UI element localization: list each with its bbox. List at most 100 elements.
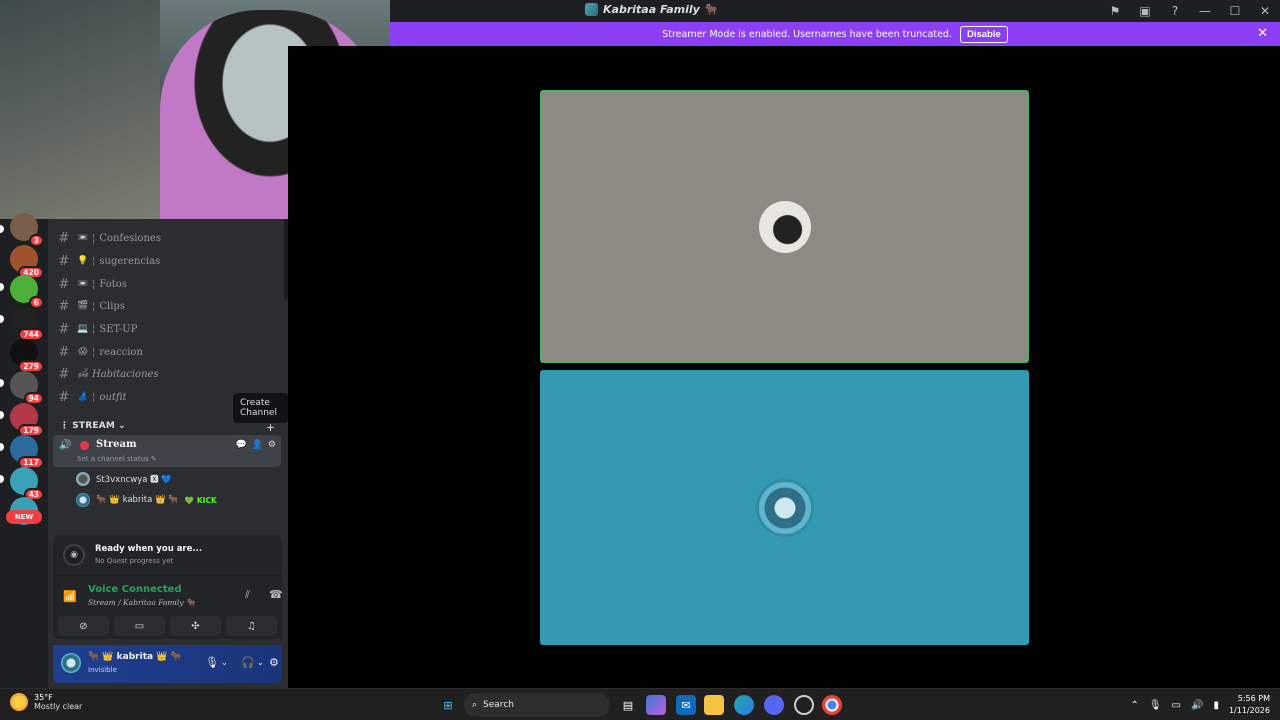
task-view-icon[interactable]: ▤ (618, 695, 638, 715)
unread-pill (0, 475, 4, 483)
channel-reaccion[interactable]: # 😱 ¦ reaccion (54, 342, 282, 362)
server-icon (585, 3, 598, 16)
edge-icon[interactable] (734, 695, 754, 715)
battery-icon[interactable]: ▮ (1213, 700, 1219, 711)
participant-tile[interactable] (540, 90, 1029, 363)
copilot-icon[interactable] (646, 695, 666, 715)
voice-stage (288, 46, 1280, 688)
voice-location[interactable]: Stream / Kabritaa Family 🐂 (88, 598, 195, 607)
server-icon[interactable]: 3 (10, 213, 44, 247)
screen-icon[interactable]: ▣ (1130, 0, 1160, 22)
mail-icon[interactable]: ✉ (676, 695, 696, 715)
quest-panel[interactable]: ◉ Ready when you are... No Quest progres… (53, 535, 282, 575)
server-icon[interactable]: 43 (10, 467, 44, 501)
headphones-icon[interactable]: 🎧 (241, 656, 255, 669)
channel-emoji: 🎬 (77, 301, 89, 311)
window-title-text: Kabritaa Family 🐂 (603, 3, 718, 16)
disable-button[interactable]: Disable (959, 25, 1008, 43)
inbox-icon[interactable]: ⚑ (1100, 0, 1130, 22)
hash-icon: # (58, 276, 70, 292)
volume-icon[interactable]: 🔊 (1191, 700, 1203, 711)
soundboard-button[interactable]: ♫ (226, 616, 277, 636)
microphone-icon[interactable]: 🎙 (205, 656, 219, 669)
channel-emoji: 🛋 (77, 369, 89, 379)
channel-fotos[interactable]: # 📼 ¦ Fotos (54, 274, 282, 294)
maximize-button[interactable]: ☐ (1220, 0, 1250, 22)
channel-setup[interactable]: # 💻 ¦ SET-UP (54, 319, 282, 339)
invite-icon[interactable]: 👤 (252, 440, 263, 450)
chevron-up-icon[interactable]: ⌃ (1130, 700, 1138, 711)
avatar[interactable] (61, 653, 81, 673)
server-icon[interactable]: 6 (10, 275, 44, 309)
unread-pill (0, 225, 4, 233)
category-stream[interactable]: ⋮ STREAM ⌄ (60, 421, 126, 431)
voice-user[interactable]: St3vxncwya 🆇 💙 (76, 470, 172, 488)
quest-subtitle: No Quest progress yet (95, 557, 174, 565)
unread-pill (0, 411, 4, 419)
scrollbar[interactable] (284, 219, 288, 299)
start-icon[interactable]: ⊞ (438, 695, 458, 715)
channel-clips[interactable]: # 🎬 ¦ Clips (54, 296, 282, 316)
noise-suppression-icon[interactable]: ⫽ (245, 588, 250, 602)
chevron-down-icon[interactable]: ⌄ (221, 658, 228, 667)
gear-icon[interactable]: ⚙ (268, 440, 276, 450)
disconnect-icon[interactable]: ☎ (269, 588, 283, 601)
channel-separator: ¦ (92, 346, 96, 358)
banner-text: Streamer Mode is enabled. Usernames have… (662, 28, 952, 40)
close-icon[interactable]: ✕ (1257, 26, 1268, 41)
clock[interactable]: 5:56 PM 1/11/2026 (1229, 693, 1270, 717)
voice-connected-title[interactable]: Voice Connected (88, 584, 182, 595)
weather-widget[interactable]: 35°F Mostly clear (10, 693, 82, 711)
channel-name: sugerencias (99, 255, 161, 267)
mention-badge: 6 (28, 295, 44, 309)
unread-pill (0, 283, 4, 291)
chrome-icon[interactable] (822, 695, 842, 715)
channel-habitaciones[interactable]: # 🛋 Habitaciones (54, 364, 282, 384)
new-badge[interactable]: NEW (6, 510, 42, 524)
participant-avatar (758, 481, 811, 534)
close-window-button[interactable]: ✕ (1250, 0, 1280, 22)
user-name[interactable]: 🐂 👑 kabrita 👑 🐂 (88, 652, 182, 662)
minimize-button[interactable]: — (1190, 0, 1220, 22)
record-dot-icon (80, 441, 89, 450)
hash-icon: # (58, 298, 70, 314)
server-icon[interactable]: 94 (10, 371, 44, 405)
category-name: STREAM (72, 421, 116, 431)
channel-name: SET-UP (99, 323, 138, 335)
avatar (76, 472, 90, 486)
gear-icon[interactable]: ⚙ (269, 656, 279, 669)
obs-icon[interactable] (794, 695, 814, 715)
server-icon[interactable]: 117 (10, 435, 44, 469)
screen-share-button[interactable]: ▭ (114, 616, 165, 636)
channel-status[interactable]: Set a channel status ✎ (77, 455, 157, 463)
unread-pill (0, 379, 4, 387)
channel-separator: ¦ (92, 255, 96, 267)
voice-user[interactable]: 🐂 👑 kabrita 👑 🐂 💚 KICK (76, 491, 217, 509)
search-box[interactable]: ⌕ Search (464, 693, 610, 717)
server-icon[interactable]: 744 (10, 307, 44, 341)
channel-name: outfit (99, 391, 127, 403)
create-channel-button[interactable]: + (266, 421, 275, 434)
channel-emoji: 👗 (77, 392, 89, 402)
help-icon[interactable]: ? (1160, 0, 1190, 22)
server-icon[interactable]: 279 (10, 339, 44, 373)
channel-separator: ¦ (92, 391, 96, 403)
channel-name: Confesiones (99, 232, 161, 244)
microphone-icon[interactable]: 🎙 (1149, 700, 1162, 711)
participant-tile[interactable] (540, 370, 1029, 645)
channel-sugerencias[interactable]: # 💡 ¦ sugerencias (54, 251, 282, 271)
file-explorer-icon[interactable] (704, 695, 724, 715)
discord-icon[interactable] (764, 695, 784, 715)
chevron-down-icon[interactable]: ⌄ (257, 658, 264, 667)
camera-off-button[interactable]: ⊘ (58, 616, 109, 636)
display-icon[interactable]: ▭ (1172, 700, 1181, 711)
server-icon[interactable]: 179 (10, 403, 44, 437)
chat-icon[interactable]: 💬 (235, 440, 246, 450)
channel-list: # 📼 ¦ Confesiones # 💡 ¦ sugerencias # 📼 … (48, 219, 288, 688)
channel-confesiones[interactable]: # 📼 ¦ Confesiones (54, 228, 282, 248)
voice-channel-stream[interactable]: 🔊 Stream Set a channel status ✎ 💬 👤 ⚙ (53, 435, 281, 467)
activities-button[interactable]: ✣ (170, 616, 221, 636)
voice-user-name: St3vxncwya 🆇 💙 (96, 475, 172, 485)
server-icon[interactable]: 420 (10, 245, 44, 279)
signal-icon[interactable]: 📶 (63, 590, 77, 603)
